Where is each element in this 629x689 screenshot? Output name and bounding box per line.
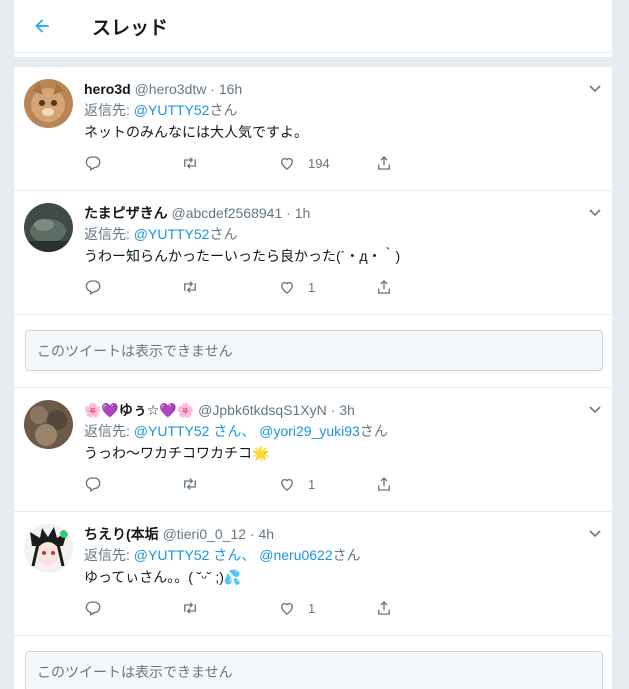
tweet-actions: 1 <box>84 276 602 298</box>
share-icon <box>378 280 390 294</box>
reply-suffix: さん <box>209 226 238 242</box>
handle[interactable]: @Jpbk6tkdsqS1XyN <box>198 402 327 418</box>
display-name[interactable]: 🌸💜ゆぅ☆💜🌸 <box>84 402 194 418</box>
reply-button[interactable] <box>84 154 181 172</box>
reply-to: 返信先: @YUTTY52さん <box>84 99 602 121</box>
avatar[interactable] <box>24 524 73 573</box>
share-button[interactable] <box>375 599 472 617</box>
tweet[interactable]: hero3d @hero3dtw · 16h 返信先: @YUTTY52さん ネ… <box>14 67 612 191</box>
header: スレッド <box>14 0 612 53</box>
chevron-down-icon[interactable] <box>588 205 602 219</box>
display-name[interactable]: ちえり(本垢 <box>84 526 159 542</box>
tweet-actions: 1 <box>84 597 602 619</box>
like-count: 1 <box>308 600 316 616</box>
dot-separator: · <box>249 526 255 542</box>
handle[interactable]: @tieri0_0_12 <box>163 526 247 542</box>
reply-suffix: さん <box>359 423 388 439</box>
share-button[interactable] <box>375 154 472 172</box>
reply-prefix: 返信先: <box>84 226 134 242</box>
avatar[interactable] <box>24 203 73 252</box>
display-name[interactable]: hero3d <box>84 81 131 97</box>
reply-mention[interactable]: @YUTTY52 さん、 <box>134 423 256 439</box>
reply-to: 返信先: @YUTTY52 さん、 @neru0622さん <box>84 544 602 566</box>
avatar[interactable] <box>24 400 73 449</box>
share-icon <box>378 156 390 170</box>
reply-prefix: 返信先: <box>84 102 134 118</box>
unavailable-tweet: このツイートは表示できません <box>14 636 612 689</box>
reply-button[interactable] <box>84 278 181 296</box>
display-name[interactable]: たまピザきん <box>84 205 168 221</box>
reply-icon <box>85 601 101 616</box>
handle[interactable]: @hero3dtw <box>135 81 207 97</box>
retweet-button[interactable] <box>181 599 278 617</box>
like-button[interactable]: 1 <box>278 599 375 617</box>
retweet-button[interactable] <box>181 154 278 172</box>
unavailable-tweet-box: このツイートは表示できません <box>25 651 603 689</box>
reply-icon <box>85 477 101 492</box>
timestamp[interactable]: 4h <box>259 526 275 542</box>
reply-mention[interactable]: @YUTTY52 <box>134 226 210 242</box>
reply-mention[interactable]: @YUTTY52 さん、 <box>134 547 256 563</box>
unavailable-tweet: このツイートは表示できません <box>14 315 612 388</box>
retweet-button[interactable] <box>181 278 278 296</box>
tweet-text: うわー知らんかったーいったら良かった(´・д・｀) <box>84 248 401 264</box>
reply-suffix: さん <box>332 547 361 563</box>
retweet-icon <box>184 157 196 169</box>
timestamp[interactable]: 1h <box>295 205 311 221</box>
dot-separator: · <box>286 205 291 221</box>
share-button[interactable] <box>375 475 472 493</box>
share-icon <box>378 601 390 615</box>
separator <box>14 57 612 67</box>
thread-column: スレッド hero3d @hero3dtw · 16h 返信先: @YUTTY5… <box>13 0 613 689</box>
retweet-button[interactable] <box>181 475 278 493</box>
reply-icon <box>85 156 101 171</box>
timestamp[interactable]: 3h <box>339 402 355 418</box>
reply-mention-2[interactable]: @yori29_yuki93 <box>259 423 360 439</box>
tweet-text: ゆってぃさん。。( ˘ᵕ˘ ;)💦 <box>84 569 242 585</box>
unavailable-tweet-box: このツイートは表示できません <box>25 330 603 371</box>
back-arrow-icon[interactable] <box>28 12 56 40</box>
dot-separator: · <box>330 402 336 418</box>
avatar[interactable] <box>24 79 73 128</box>
share-icon <box>378 477 390 491</box>
like-count: 1 <box>308 476 316 492</box>
share-button[interactable] <box>375 278 472 296</box>
timestamp[interactable]: 16h <box>219 81 242 97</box>
reply-suffix: さん <box>209 102 238 118</box>
reply-to: 返信先: @YUTTY52さん <box>84 223 602 245</box>
tweet[interactable]: たまピザきん @abcdef2568941 · 1h 返信先: @YUTTY52… <box>14 191 612 315</box>
reply-to: 返信先: @YUTTY52 さん、 @yori29_yuki93さん <box>84 420 602 442</box>
like-button[interactable]: 1 <box>278 278 375 296</box>
handle[interactable]: @abcdef2568941 <box>171 205 282 221</box>
reply-button[interactable] <box>84 475 181 493</box>
tweet-actions: 194 <box>84 152 602 174</box>
like-button[interactable]: 1 <box>278 475 375 493</box>
like-count: 194 <box>308 155 330 171</box>
like-button[interactable]: 194 <box>278 154 375 172</box>
dot-separator: · <box>210 81 215 97</box>
retweet-icon <box>184 478 196 490</box>
tweet-actions: 1 <box>84 473 602 495</box>
reply-icon <box>85 280 101 295</box>
tweet[interactable]: ちえり(本垢 @tieri0_0_12 · 4h 返信先: @YUTTY52 さ… <box>14 512 612 636</box>
heart-icon <box>281 602 293 615</box>
reply-mention[interactable]: @YUTTY52 <box>134 102 210 118</box>
chevron-down-icon[interactable] <box>588 81 602 95</box>
tweet[interactable]: 🌸💜ゆぅ☆💜🌸 @Jpbk6tkdsqS1XyN · 3h 返信先: @YUTT… <box>14 388 612 512</box>
like-count: 1 <box>308 279 316 295</box>
chevron-down-icon[interactable] <box>588 402 602 416</box>
heart-icon <box>281 281 293 294</box>
reply-prefix: 返信先: <box>84 423 134 439</box>
retweet-icon <box>184 281 196 293</box>
reply-mention-2[interactable]: @neru0622 <box>259 547 332 563</box>
page-title: スレッド <box>92 17 169 39</box>
reply-prefix: 返信先: <box>84 547 134 563</box>
heart-icon <box>281 157 293 170</box>
tweet-text: ネットのみんなには大人気ですよ。 <box>84 124 308 140</box>
tweet-text: うっわ〜ワカチコワカチコ🌟 <box>84 445 270 461</box>
retweet-icon <box>184 602 196 614</box>
chevron-down-icon[interactable] <box>588 526 602 540</box>
reply-button[interactable] <box>84 599 181 617</box>
heart-icon <box>281 478 293 491</box>
